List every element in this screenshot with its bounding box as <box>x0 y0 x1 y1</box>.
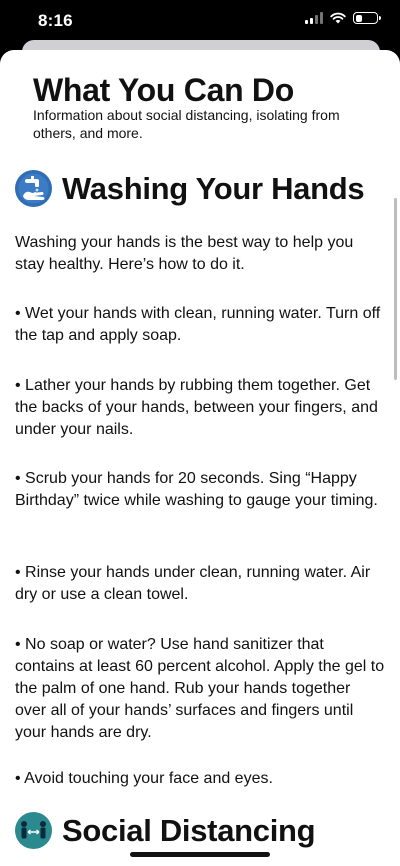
paragraph-intro: Washing your hands is the best way to he… <box>15 234 354 273</box>
status-icons <box>305 12 381 24</box>
section-header-washing-hands: Washing Your Hands <box>15 170 365 207</box>
status-bar: 8:16 <box>0 0 400 44</box>
section-title: Social Distancing <box>62 812 316 848</box>
paragraph-step-sanitizer: • No soap or water? Use hand sanitizer t… <box>15 636 385 741</box>
paragraph-step-scrub: • Scrub your hands for 20 seconds. Sing … <box>15 470 378 509</box>
cellular-signal-icon <box>305 12 323 24</box>
paragraph-step-wet: • Wet your hands with clean, running wat… <box>15 305 381 344</box>
page-title: What You Can Do <box>33 72 294 108</box>
paragraph-step-face: • Avoid touching your face and eyes. <box>15 770 273 787</box>
social-distancing-icon <box>15 812 52 849</box>
battery-icon <box>353 12 381 24</box>
section-title: Washing Your Hands <box>62 170 365 206</box>
hand-washing-icon <box>15 170 52 207</box>
wifi-icon <box>330 12 346 24</box>
paragraph-step-lather: • Lather your hands by rubbing them toge… <box>15 377 378 438</box>
home-indicator[interactable] <box>130 852 270 857</box>
content-sheet[interactable]: What You Can Do Information about social… <box>0 50 400 866</box>
status-time: 8:16 <box>38 11 73 30</box>
scroll-indicator[interactable] <box>394 198 397 380</box>
page-subtitle: Information about social distancing, iso… <box>33 107 340 141</box>
section-header-social-distancing: Social Distancing <box>15 812 316 849</box>
paragraph-step-rinse: • Rinse your hands under clean, running … <box>15 564 371 603</box>
